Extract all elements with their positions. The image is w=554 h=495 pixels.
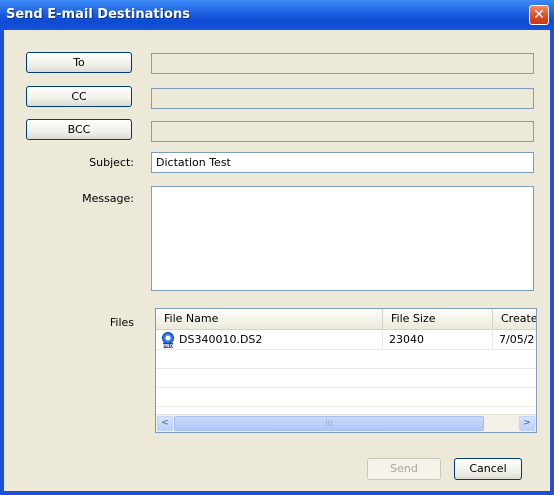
bcc-button[interactable]: BCC (26, 119, 132, 140)
files-label: Files (109, 316, 134, 329)
row-divider (156, 368, 536, 369)
horizontal-scrollbar[interactable]: < ||| > (156, 414, 536, 432)
files-list[interactable]: File Name File Size Create PRO DS340010.… (155, 308, 537, 433)
cc-button[interactable]: CC (26, 86, 132, 107)
send-button[interactable]: Send (367, 458, 441, 480)
bcc-field[interactable] (151, 121, 534, 142)
file-name-cell: PRO DS340010.DS2 (156, 330, 383, 349)
message-textarea[interactable] (151, 186, 534, 291)
cancel-button[interactable]: Cancel (454, 458, 522, 480)
files-list-header: File Name File Size Create (156, 309, 536, 330)
scroll-right-button[interactable]: > (519, 416, 535, 431)
subject-label: Subject: (89, 156, 134, 169)
file-row[interactable]: PRO DS340010.DS2 23040 7/05/2 (156, 330, 536, 349)
scroll-thumb[interactable]: ||| (174, 416, 484, 431)
subject-input[interactable]: Dictation Test (151, 152, 534, 173)
cc-field[interactable] (151, 88, 534, 109)
file-name: DS340010.DS2 (179, 333, 263, 346)
close-icon: ✕ (533, 7, 545, 23)
scroll-left-button[interactable]: < (157, 416, 173, 431)
file-size-cell: 23040 (383, 330, 493, 349)
file-created-cell: 7/05/2 (499, 333, 535, 346)
close-button[interactable]: ✕ (529, 5, 549, 25)
ds2-pro-file-icon: PRO (160, 332, 176, 349)
column-file-size[interactable]: File Size (383, 309, 493, 328)
window-title: Send E-mail Destinations (6, 7, 190, 22)
title-bar[interactable]: Send E-mail Destinations ✕ (0, 0, 554, 30)
to-button[interactable]: To (26, 52, 132, 73)
message-label: Message: (82, 192, 134, 205)
row-divider (156, 406, 536, 407)
column-created[interactable]: Create (493, 309, 536, 328)
email-dialog: Send E-mail Destinations ✕ To CC BCC Sub… (0, 0, 554, 495)
row-divider (156, 349, 536, 350)
to-field[interactable] (151, 53, 534, 74)
svg-text:PRO: PRO (163, 343, 174, 348)
column-file-name[interactable]: File Name (156, 309, 383, 328)
dialog-body: To CC BCC Subject: Dictation Test Messag… (4, 30, 550, 491)
row-divider (156, 387, 536, 388)
